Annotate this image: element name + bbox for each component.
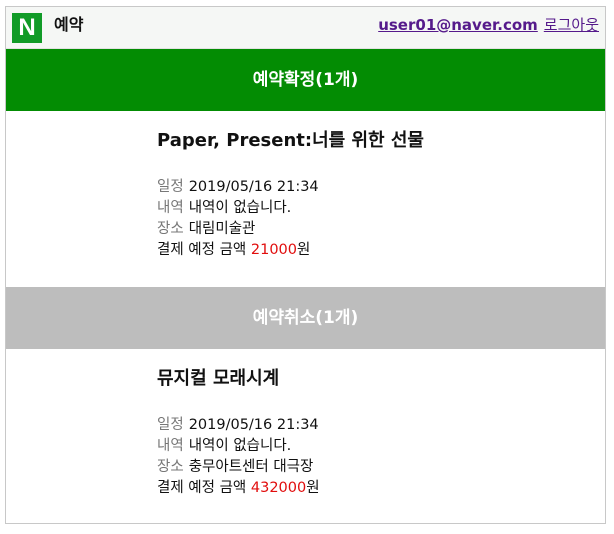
naver-logo-icon[interactable]: N	[12, 13, 42, 43]
page-title: 예약	[54, 15, 84, 34]
venue-label: 장소	[157, 459, 184, 475]
payment-row: 결제 예정 금액 21000원	[157, 240, 587, 261]
cancelled-booking-card: 뮤지컬 모래시계 일정 2019/05/16 21:34 내역 내역이 없습니다. …	[157, 367, 587, 499]
venue-label: 장소	[157, 221, 184, 237]
cancelled-section-header: 예약취소(1개)	[6, 287, 605, 349]
confirmed-booking-card: Paper, Present:너를 위한 선물 일정 2019/05/16 21:…	[157, 129, 587, 261]
details-row: 내역 내역이 없습니다.	[157, 436, 587, 457]
details-value: 내역이 없습니다.	[188, 438, 292, 454]
schedule-row: 일정 2019/05/16 21:34	[157, 177, 587, 198]
venue-value: 대림미술관	[188, 221, 256, 237]
venue-row: 장소 대림미술관	[157, 219, 587, 240]
details-value: 내역이 없습니다.	[188, 200, 292, 216]
details-label: 내역	[157, 438, 184, 454]
details-row: 내역 내역이 없습니다.	[157, 198, 587, 219]
page-frame: N 예약 user01@naver.com 로그아웃 예약확정(1개) Paper…	[5, 6, 606, 524]
venue-value: 충무아트센터 대극장	[188, 459, 314, 475]
payment-amount: 432000	[250, 480, 307, 496]
venue-row: 장소 충무아트센터 대극장	[157, 457, 587, 478]
schedule-value: 2019/05/16 21:34	[188, 179, 319, 195]
booking-title: Paper, Present:너를 위한 선물	[157, 130, 424, 151]
confirmed-section-header: 예약확정(1개)	[6, 49, 605, 111]
header: N 예약 user01@naver.com 로그아웃	[6, 7, 605, 49]
details-label: 내역	[157, 200, 184, 216]
payment-amount: 21000	[250, 242, 298, 258]
logout-link[interactable]: 로그아웃	[544, 16, 599, 34]
schedule-value: 2019/05/16 21:34	[188, 417, 319, 433]
schedule-label: 일정	[157, 417, 184, 433]
currency-unit: 원	[306, 480, 320, 496]
payment-label: 결제 예정 금액	[157, 480, 247, 496]
payment-row: 결제 예정 금액 432000원	[157, 478, 587, 499]
user-links: user01@naver.com 로그아웃	[378, 7, 599, 43]
booking-title: 뮤지컬 모래시계	[157, 368, 280, 389]
schedule-label: 일정	[157, 179, 184, 195]
schedule-row: 일정 2019/05/16 21:34	[157, 415, 587, 436]
currency-unit: 원	[297, 242, 311, 258]
payment-label: 결제 예정 금액	[157, 242, 247, 258]
user-email-link[interactable]: user01@naver.com	[378, 16, 538, 34]
